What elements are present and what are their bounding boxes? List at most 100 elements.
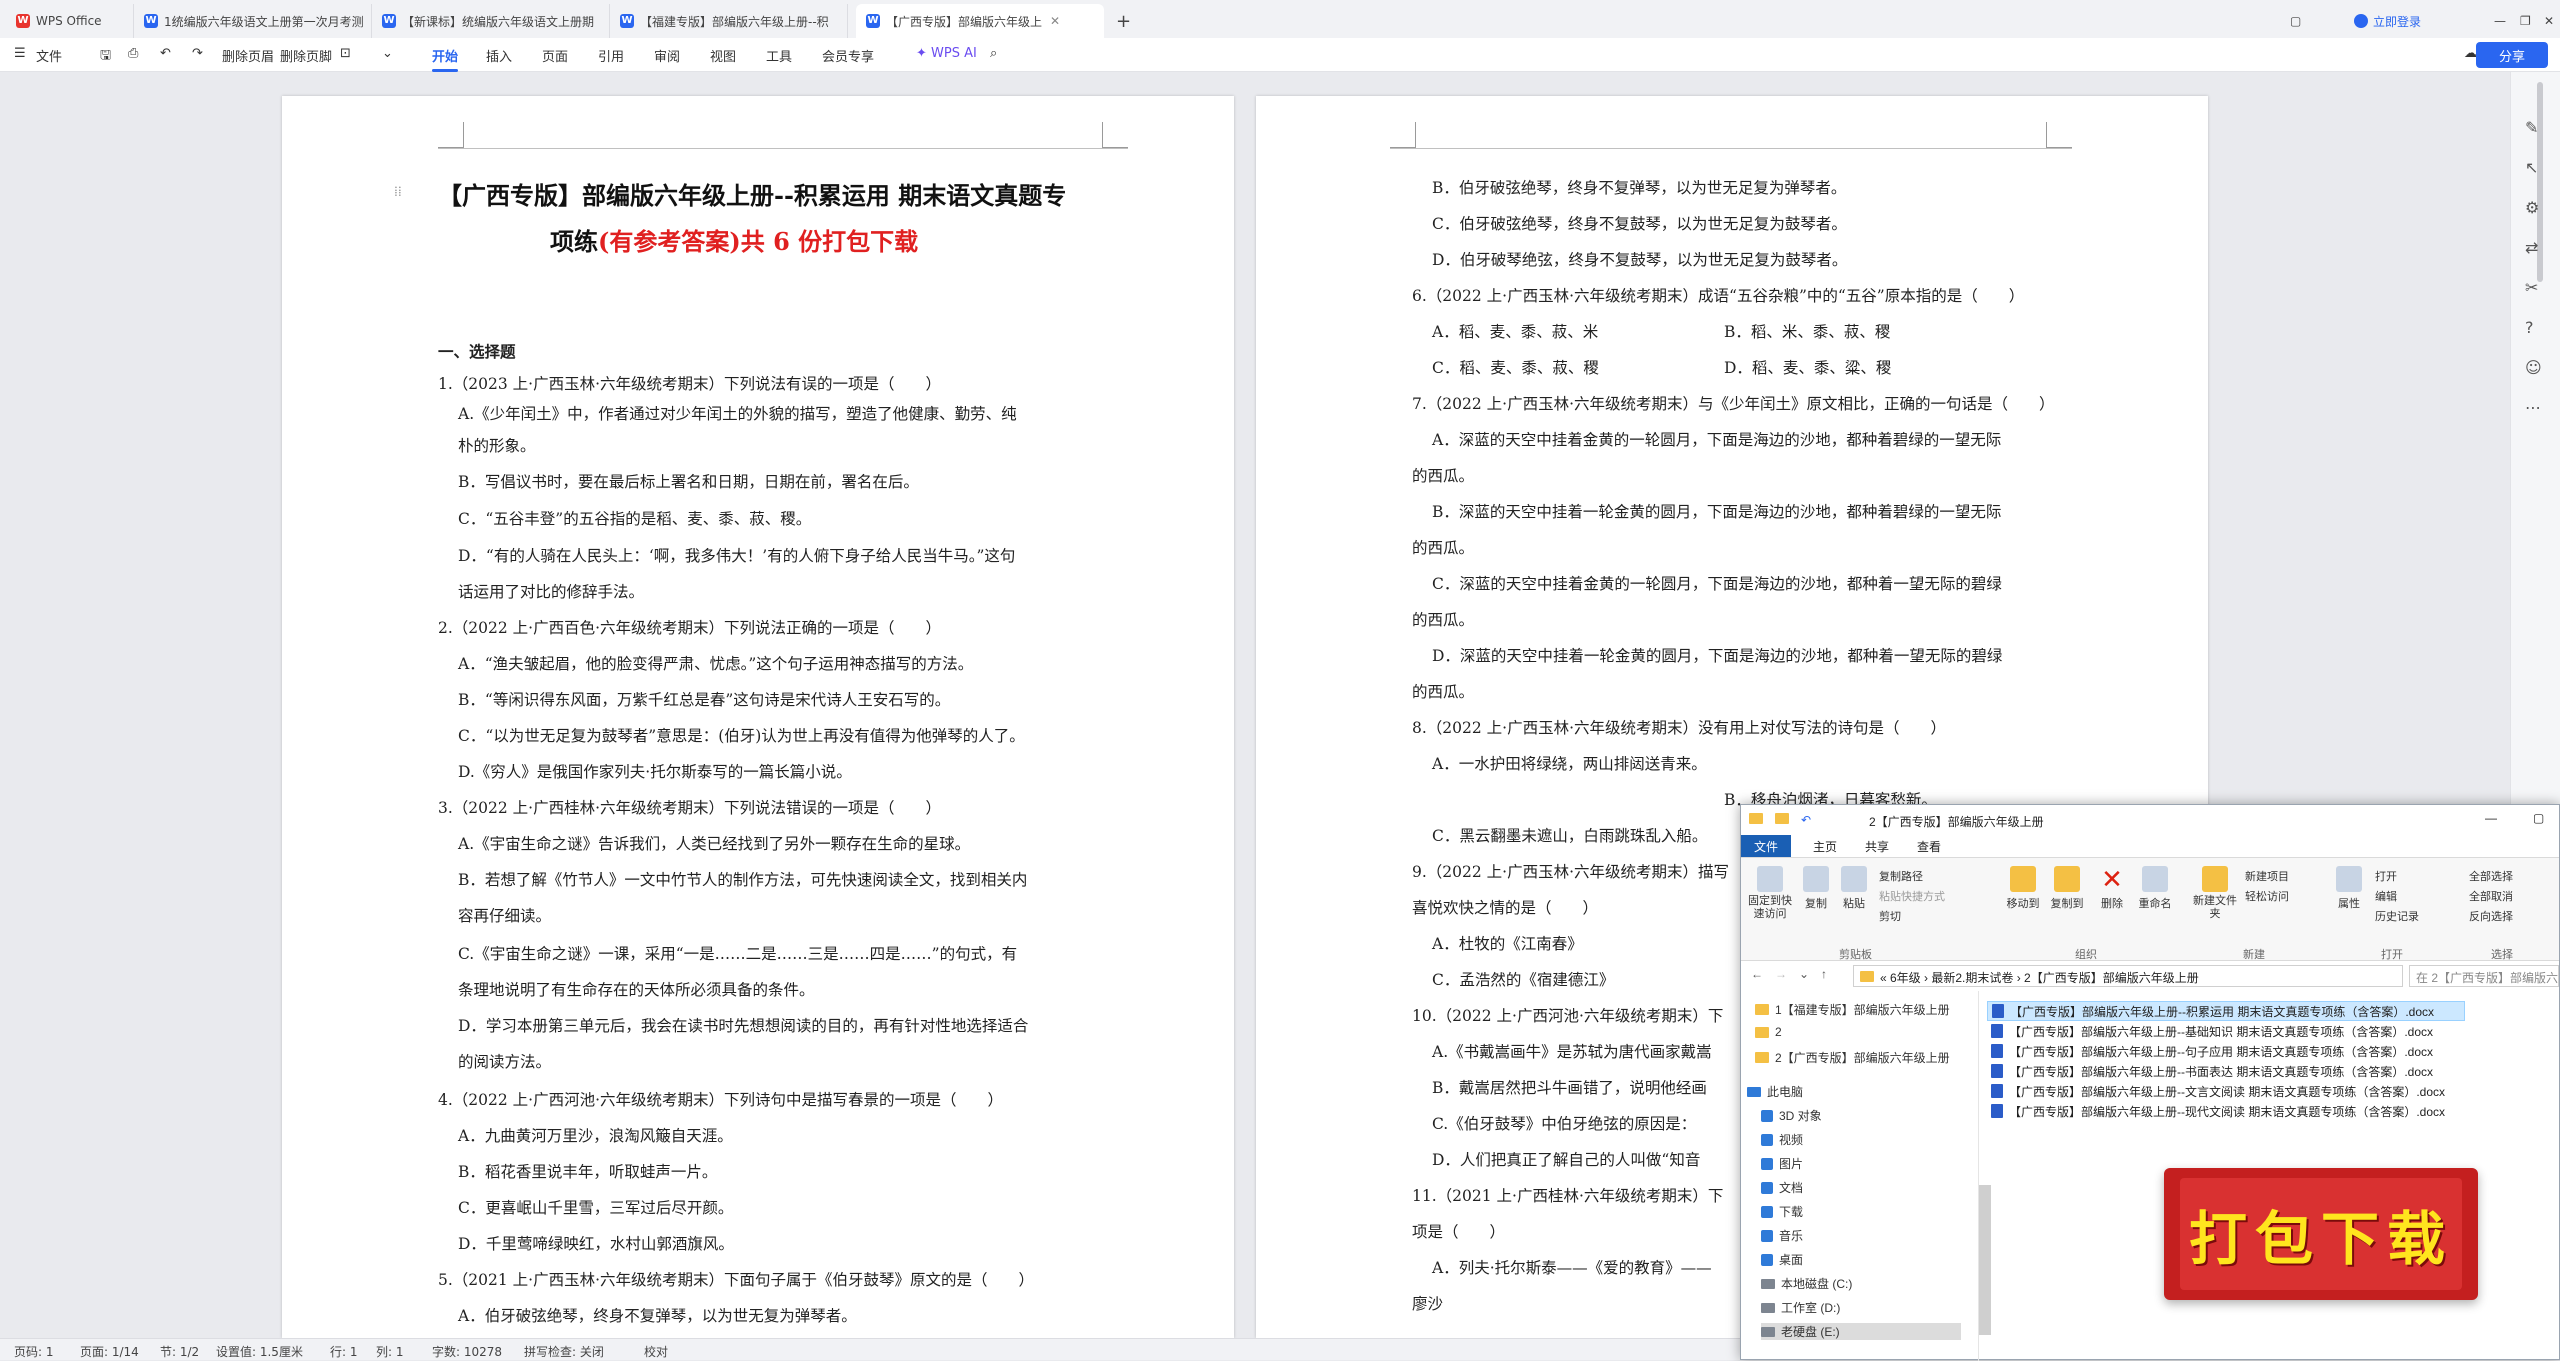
tab-doc-3[interactable]: W 【福建专版】部编版六年级上册--积 bbox=[610, 4, 848, 38]
new-item-button[interactable]: 新建项目 bbox=[2245, 868, 2289, 884]
ribbon-tab-view[interactable]: 视图 bbox=[710, 46, 736, 65]
file-menu[interactable]: 文件 bbox=[36, 46, 62, 65]
status-proof[interactable]: 校对 bbox=[644, 1343, 668, 1360]
nav-item[interactable]: 下载 bbox=[1761, 1203, 1803, 1220]
window-layout-icon[interactable]: ▢ bbox=[2280, 4, 2310, 38]
translate-icon[interactable]: ⇄ bbox=[2525, 238, 2538, 257]
ribbon-tab-review[interactable]: 审阅 bbox=[654, 46, 680, 65]
delete-footer-button[interactable]: 删除页脚 bbox=[280, 46, 332, 65]
select-none-button[interactable]: 全部取消 bbox=[2469, 888, 2513, 904]
settings-icon[interactable]: ⚙ bbox=[2525, 198, 2539, 217]
file-item[interactable]: 【广西专版】部编版六年级上册--句子应用 期末语文真题专项练（含答案）.docx bbox=[1987, 1041, 2433, 1061]
status-setting[interactable]: 设置值: 1.5厘米 bbox=[216, 1343, 303, 1360]
close-icon[interactable]: ✕ bbox=[1050, 14, 1060, 28]
recent-icon[interactable]: ⌄ bbox=[1799, 967, 1809, 981]
nav-item[interactable]: 文档 bbox=[1761, 1179, 1803, 1196]
new-folder-button[interactable]: 新建文件夹 bbox=[2193, 866, 2237, 921]
nav-item[interactable]: 1【福建专版】部编版六年级上册 bbox=[1755, 1001, 1950, 1018]
easy-access-button[interactable]: 轻松访问 bbox=[2245, 888, 2289, 904]
history-button[interactable]: 历史记录 bbox=[2375, 908, 2419, 924]
paste-button[interactable]: 粘贴 bbox=[1837, 866, 1871, 911]
ribbon-tab-share[interactable]: 共享 bbox=[1865, 838, 1889, 855]
format-icon[interactable]: ⊡ bbox=[340, 46, 351, 61]
file-item[interactable]: 【广西专版】部编版六年级上册--现代文阅读 期末语文真题专项练（含答案）.doc… bbox=[1987, 1101, 2445, 1121]
ribbon-tab-member[interactable]: 会员专享 bbox=[822, 46, 874, 65]
new-tab-button[interactable]: + bbox=[1106, 4, 1146, 38]
nav-item[interactable]: 本地磁盘 (C:) bbox=[1761, 1275, 1852, 1292]
search-icon[interactable]: ⌕ bbox=[990, 46, 997, 61]
file-item[interactable]: 【广西专版】部编版六年级上册--基础知识 期末语文真题专项练（含答案）.docx bbox=[1987, 1021, 2433, 1041]
file-item[interactable]: 【广西专版】部编版六年级上册--书面表达 期末语文真题专项练（含答案）.docx bbox=[1987, 1061, 2433, 1081]
close-window-button[interactable]: ✕ bbox=[2534, 4, 2558, 38]
redo-icon[interactable]: ↷ bbox=[192, 46, 203, 61]
copy-path-button[interactable]: 复制路径 bbox=[1879, 868, 1923, 884]
open-button[interactable]: 打开 bbox=[2375, 868, 2397, 884]
print-icon[interactable]: ⎙ bbox=[128, 46, 138, 61]
maximize-button[interactable]: ▢ bbox=[2533, 811, 2544, 825]
file-item[interactable]: 【广西专版】部编版六年级上册--文言文阅读 期末语文真题专项练（含答案）.doc… bbox=[1987, 1081, 2445, 1101]
invert-selection-button[interactable]: 反向选择 bbox=[2469, 908, 2513, 924]
cut-button[interactable]: 剪切 bbox=[1879, 908, 1901, 924]
copy-button[interactable]: 复制 bbox=[1799, 866, 1833, 911]
ribbon-tab-reference[interactable]: 引用 bbox=[598, 46, 624, 65]
ribbon-tab-home[interactable]: 主页 bbox=[1813, 838, 1837, 855]
nav-item[interactable]: 音乐 bbox=[1761, 1227, 1803, 1244]
tab-doc-4-active[interactable]: W 【广西专版】部编版六年级上 ✕ bbox=[856, 4, 1104, 38]
nav-item[interactable]: 视频 bbox=[1761, 1131, 1803, 1148]
pin-quick-access-button[interactable]: 固定到快速访问 bbox=[1747, 866, 1793, 921]
nav-item[interactable]: 工作室 (D:) bbox=[1761, 1299, 1840, 1316]
tools-icon[interactable]: ✂ bbox=[2525, 278, 2538, 297]
tab-doc-2[interactable]: W 【新课标】统编版六年级语文上册期 bbox=[372, 4, 610, 38]
nav-item[interactable]: 桌面 bbox=[1761, 1251, 1803, 1268]
drag-handle-icon[interactable]: ⁞⁞ bbox=[394, 184, 402, 201]
move-to-button[interactable]: 移动到 bbox=[2003, 866, 2043, 911]
back-icon[interactable]: ← bbox=[1751, 967, 1763, 981]
file-item-selected[interactable]: 【广西专版】部编版六年级上册--积累运用 期末语文真题专项练（含答案）.docx bbox=[1987, 1001, 2465, 1021]
nav-item[interactable]: 3D 对象 bbox=[1761, 1107, 1822, 1124]
wps-ai-button[interactable]: ✦ WPS AI bbox=[916, 46, 977, 61]
nav-item-selected[interactable]: 老硬盘 (E:) bbox=[1761, 1323, 1961, 1340]
folder-icon[interactable] bbox=[1775, 813, 1789, 824]
folder-icon[interactable] bbox=[1749, 813, 1763, 824]
share-button[interactable]: 分享 bbox=[2476, 42, 2548, 68]
nav-scrollbar[interactable] bbox=[1979, 1185, 1991, 1335]
nav-this-pc[interactable]: 此电脑 bbox=[1747, 1083, 1803, 1100]
search-input[interactable]: 在 2【广西专版】部编版六年级上... bbox=[2409, 965, 2559, 987]
ribbon-tab-home[interactable]: 开始 bbox=[432, 46, 459, 72]
undo-icon[interactable]: ↶ bbox=[1801, 813, 1811, 827]
help-icon[interactable]: ? bbox=[2525, 318, 2534, 337]
document-page-1[interactable]: ⁞⁞ 【广西专版】部编版六年级上册--积累运用 期末语文真题专 项练(有参考答案… bbox=[282, 96, 1234, 1338]
ribbon-tab-page[interactable]: 页面 bbox=[542, 46, 568, 65]
ribbon-tab-insert[interactable]: 插入 bbox=[486, 46, 512, 65]
status-section[interactable]: 节: 1/2 bbox=[160, 1343, 199, 1360]
pen-icon[interactable]: ✎ bbox=[2525, 118, 2538, 137]
minimize-button[interactable]: — bbox=[2484, 4, 2508, 38]
delete-header-button[interactable]: 删除页眉 bbox=[222, 46, 274, 65]
tab-doc-1[interactable]: W 1统编版六年级语文上册第一次月考测 bbox=[134, 4, 372, 38]
chevron-down-icon[interactable]: ⌄ bbox=[382, 46, 393, 61]
status-page[interactable]: 页码: 1 bbox=[14, 1343, 54, 1360]
select-all-button[interactable]: 全部选择 bbox=[2469, 868, 2513, 884]
save-icon[interactable]: 🖫 bbox=[100, 46, 111, 68]
nav-item[interactable]: 2 bbox=[1755, 1025, 1782, 1039]
address-bar[interactable]: « 6年级 › 最新2.期末试卷 › 2【广西专版】部编版六年级上册 bbox=[1853, 965, 2403, 987]
rename-button[interactable]: 重命名 bbox=[2135, 866, 2175, 911]
undo-icon[interactable]: ↶ bbox=[160, 46, 171, 61]
minimize-button[interactable]: — bbox=[2485, 811, 2497, 825]
ribbon-tab-tools[interactable]: 工具 bbox=[766, 46, 792, 65]
paste-shortcut-button[interactable]: 粘贴快捷方式 bbox=[1879, 888, 1945, 904]
ribbon-tab-file[interactable]: 文件 bbox=[1741, 835, 1791, 857]
tab-wps-office[interactable]: W WPS Office bbox=[6, 4, 134, 38]
copy-to-button[interactable]: 复制到 bbox=[2047, 866, 2087, 911]
status-spellcheck[interactable]: 拼写检查: 关闭 bbox=[524, 1343, 604, 1360]
more-icon[interactable]: ⋯ bbox=[2525, 398, 2541, 417]
nav-item[interactable]: 2【广西专版】部编版六年级上册 bbox=[1755, 1049, 1950, 1066]
status-pages[interactable]: 页面: 1/14 bbox=[80, 1343, 139, 1360]
nav-item[interactable]: 图片 bbox=[1761, 1155, 1803, 1172]
select-icon[interactable]: ↖ bbox=[2525, 158, 2538, 177]
edit-button[interactable]: 编辑 bbox=[2375, 888, 2397, 904]
status-words[interactable]: 字数: 10278 bbox=[432, 1343, 502, 1360]
status-row[interactable]: 行: 1 bbox=[330, 1343, 358, 1360]
robot-icon[interactable]: ☺ bbox=[2525, 358, 2542, 377]
download-stamp-banner[interactable]: 打包下载 bbox=[2164, 1168, 2478, 1300]
